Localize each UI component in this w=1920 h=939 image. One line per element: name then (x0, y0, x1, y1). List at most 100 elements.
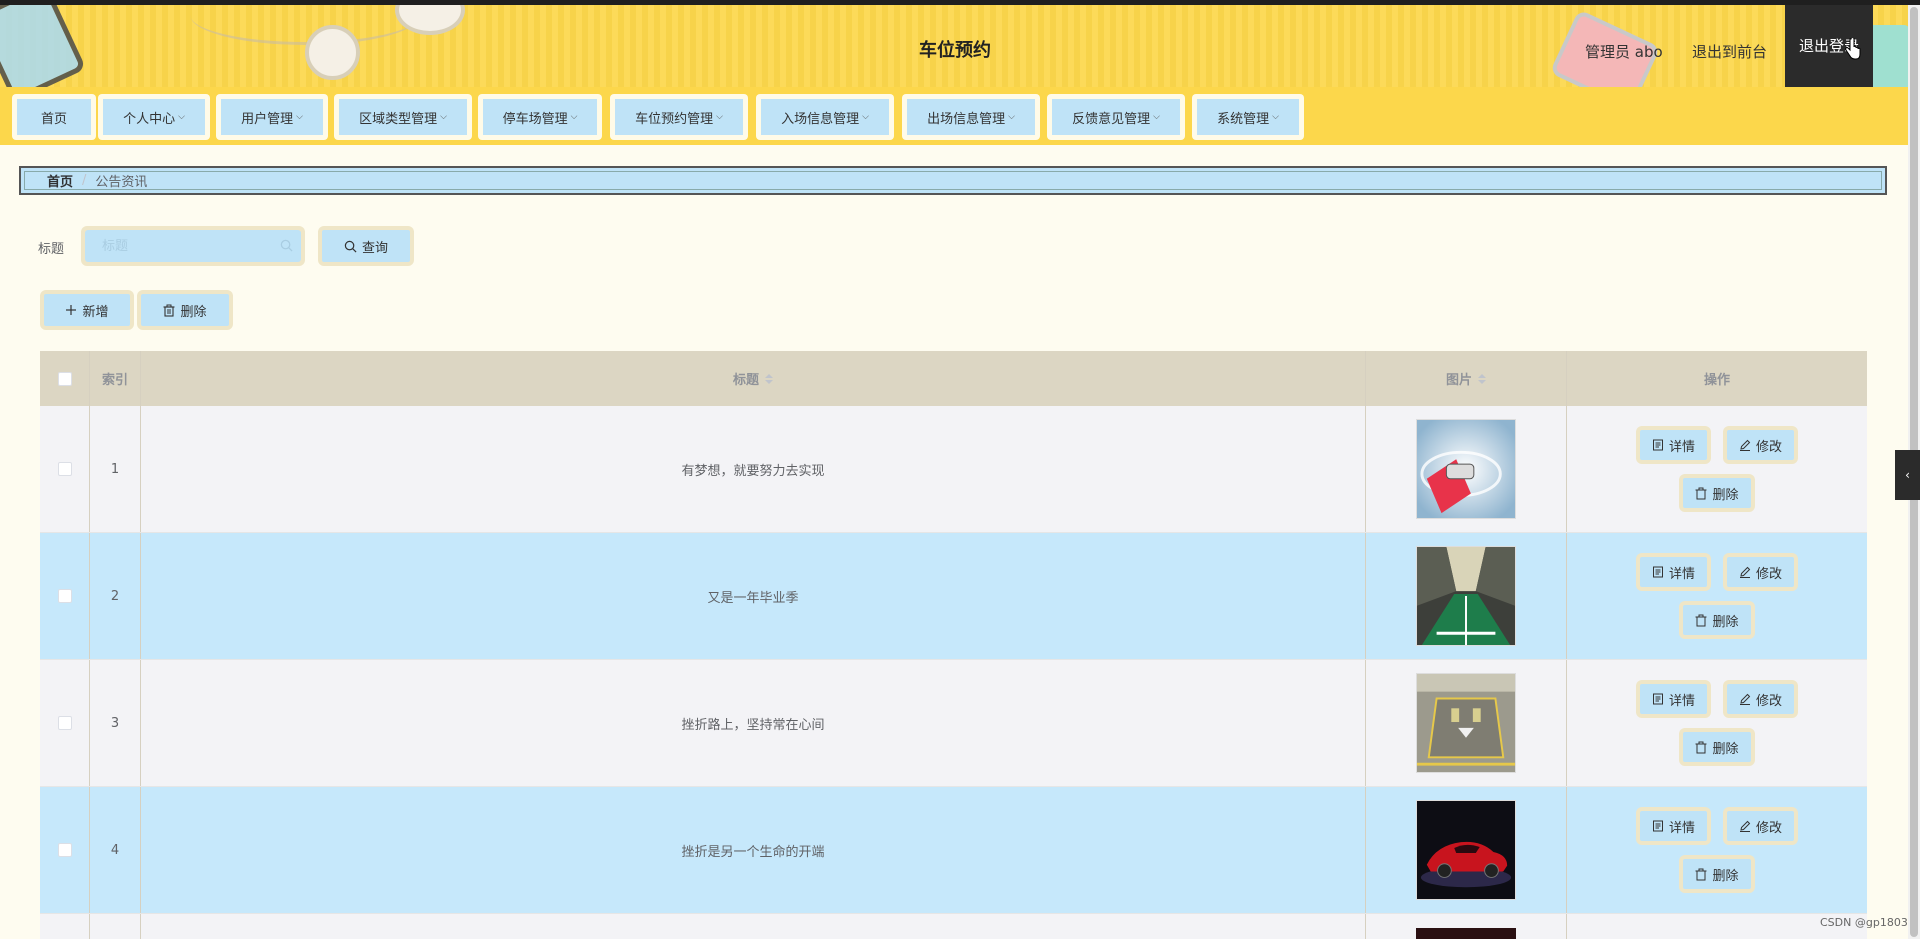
nav-item-entry-info-management[interactable]: 入场信息管理 ⌵ (756, 94, 894, 140)
nav-item-home[interactable]: 首页 (12, 94, 96, 140)
detail-button[interactable]: 详情 (1635, 426, 1711, 464)
breadcrumb-separator: / (82, 173, 87, 188)
row-delete-button[interactable]: 删除 (1679, 474, 1755, 512)
search-icon (280, 239, 293, 252)
table-row: 2 又是一年毕业季 详情 修改 删除 (40, 533, 1867, 660)
nav-item-reservation-management[interactable]: 车位预约管理 ⌵ (610, 94, 748, 140)
watermark: CSDN @gp1803 (1820, 916, 1908, 929)
row-delete-label: 删除 (1712, 487, 1739, 503)
row-checkbox[interactable] (57, 462, 72, 476)
column-header-image-label: 图片 (1445, 373, 1472, 388)
header-bar: 车位预约 管理员 abo 退出到前台 (0, 5, 1908, 87)
nav-item-area-type-management[interactable]: 区域类型管理 ⌵ (334, 94, 472, 140)
chevron-down-icon: ⌵ (1008, 112, 1015, 122)
query-button-label: 查询 (361, 240, 388, 256)
row-delete-button[interactable]: 删除 (1679, 728, 1755, 766)
pencil-icon (1740, 693, 1751, 705)
column-header-index: 索引 (90, 351, 141, 406)
row-title: 挫折是另一个生命的开端 (141, 787, 1366, 913)
chevron-down-icon: ⌵ (716, 112, 723, 122)
decor-tablet-illustration (0, 5, 87, 87)
sort-icon[interactable] (765, 373, 773, 385)
detail-button[interactable]: 详情 (1635, 553, 1711, 591)
edit-button[interactable]: 修改 (1723, 553, 1799, 591)
column-header-image[interactable]: 图片 (1366, 351, 1567, 406)
chevron-down-icon: ⌵ (1153, 112, 1160, 122)
query-button[interactable]: 查询 (318, 226, 414, 266)
column-header-ops: 操作 (1703, 373, 1730, 388)
row-index: 3 (90, 660, 141, 786)
nav-item-feedback-management[interactable]: 反馈意见管理 ⌵ (1047, 94, 1185, 140)
title-search-input[interactable] (85, 230, 301, 262)
breadcrumb: 首页 / 公告资讯 (19, 166, 1887, 195)
document-icon (1652, 820, 1663, 832)
detail-label: 详情 (1668, 566, 1695, 582)
column-header-title[interactable]: 标题 (141, 351, 1366, 406)
edit-button[interactable]: 修改 (1723, 807, 1799, 845)
edit-button[interactable]: 修改 (1723, 426, 1799, 464)
nav-label: 停车场管理 (502, 111, 568, 127)
main-nav: 首页 个人中心 ⌵ 用户管理 ⌵ 区域类型管理 ⌵ 停车场管理 ⌵ 车位预约管理 ⌵ 入场… (0, 87, 1908, 145)
nav-item-parking-lot-management[interactable]: 停车场管理 ⌵ (478, 94, 602, 140)
table-row: 3 挫折路上，坚持常在心间 详情 修改 删除 (40, 660, 1867, 787)
edit-button[interactable]: 修改 (1723, 680, 1799, 718)
search-field-frame (81, 226, 305, 266)
nav-label: 区域类型管理 (359, 111, 438, 127)
pencil-icon (1740, 820, 1751, 832)
add-button[interactable]: 新增 (40, 290, 134, 330)
underground-garage-photo (1416, 546, 1516, 646)
nav-item-user-management[interactable]: 用户管理 ⌵ (216, 94, 328, 140)
side-panel-toggle[interactable]: ‹ (1895, 450, 1920, 500)
site-title: 车位预约 (919, 40, 991, 61)
row-delete-label: 删除 (1712, 868, 1739, 884)
row-checkbox[interactable] (57, 843, 72, 857)
table-header: 索引 标题 图片 操作 (40, 351, 1867, 406)
detail-label: 详情 (1668, 439, 1695, 455)
hand-cursor-icon (1845, 38, 1861, 60)
image-thumbnail (1416, 928, 1516, 939)
row-delete-button[interactable]: 删除 (1679, 855, 1755, 893)
document-icon (1652, 693, 1663, 705)
nav-item-personal-center[interactable]: 个人中心 ⌵ (98, 94, 210, 140)
chevron-down-icon: ⌵ (1272, 112, 1279, 122)
detail-button[interactable]: 详情 (1635, 680, 1711, 718)
delete-button-label: 删除 (180, 304, 207, 320)
nav-label: 个人中心 (123, 111, 176, 127)
breadcrumb-home[interactable]: 首页 (47, 171, 73, 190)
document-icon (1652, 566, 1663, 578)
table-row: 1 有梦想，就要努力去实现 详情 修改 删除 (40, 406, 1867, 533)
trash-icon (1695, 741, 1707, 753)
car-on-snow-photo (1416, 419, 1516, 519)
row-delete-label: 删除 (1712, 741, 1739, 757)
row-delete-button[interactable]: 删除 (1679, 601, 1755, 639)
detail-label: 详情 (1668, 820, 1695, 836)
row-delete-label: 删除 (1712, 614, 1739, 630)
row-index: 1 (90, 406, 141, 532)
nav-label: 入场信息管理 (781, 111, 860, 127)
trash-icon (1695, 614, 1707, 626)
chevron-left-icon: ‹ (1905, 468, 1910, 482)
detail-button[interactable]: 详情 (1635, 807, 1711, 845)
select-all-checkbox[interactable] (57, 371, 72, 386)
nav-item-exit-info-management[interactable]: 出场信息管理 ⌵ (902, 94, 1040, 140)
sort-icon[interactable] (1478, 373, 1486, 385)
nav-label: 出场信息管理 (927, 111, 1006, 127)
decor-earphone-illustration (305, 25, 360, 80)
pencil-icon (1740, 566, 1751, 578)
row-title: 又是一年毕业季 (141, 533, 1366, 659)
batch-delete-button[interactable]: 删除 (137, 290, 233, 330)
row-title: 挫折路上，坚持常在心间 (141, 660, 1366, 786)
search-label: 标题 (38, 242, 65, 257)
nav-label: 反馈意见管理 (1072, 111, 1151, 127)
trash-icon (1695, 487, 1707, 499)
row-checkbox[interactable] (57, 589, 72, 603)
chevron-down-icon: ⌵ (440, 112, 447, 122)
document-icon (1652, 439, 1663, 451)
trash-icon (1695, 868, 1707, 880)
nav-item-system-management[interactable]: 系统管理 ⌵ (1192, 94, 1304, 140)
table-row: 4 挫折是另一个生命的开端 详情 修改 删除 (40, 787, 1867, 914)
notice-table: 索引 标题 图片 操作 1 有梦想，就要努力去实现 详情 修改 删除 2 又是一… (40, 351, 1867, 939)
back-to-front-link[interactable]: 退出到前台 (1692, 41, 1767, 62)
trash-icon (163, 304, 175, 317)
row-checkbox[interactable] (57, 716, 72, 730)
